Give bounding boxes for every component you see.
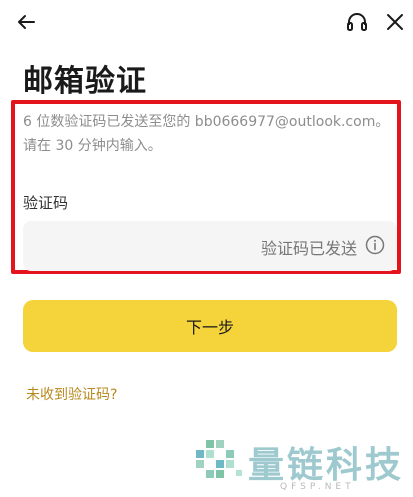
next-step-button[interactable]: 下一步 <box>23 300 397 352</box>
close-icon <box>387 14 403 30</box>
code-sent-hint: 验证码已发送 <box>260 239 357 258</box>
top-bar <box>0 0 413 44</box>
page-title: 邮箱验证 <box>23 64 147 99</box>
info-circle-icon[interactable] <box>365 235 385 255</box>
watermark-name: 量链科技 <box>248 444 405 486</box>
verification-code-input[interactable]: 验证码已发送 <box>23 221 397 271</box>
watermark-logo-icon <box>196 440 242 478</box>
back-button[interactable] <box>14 10 38 34</box>
description-line-email: 6 位数验证码已发送至您的 bb0666977@outlook.com。 <box>23 114 390 130</box>
description: 6 位数验证码已发送至您的 bb0666977@outlook.com。 请在 … <box>23 110 393 158</box>
description-line-time: 请在 30 分钟内输入。 <box>23 138 162 154</box>
resend-code-link[interactable]: 未收到验证码? <box>26 384 117 404</box>
watermark: 量链科技 QFSP.NET <box>192 430 413 497</box>
watermark-domain: QFSP.NET <box>280 482 355 492</box>
arrow-left-icon <box>18 15 35 29</box>
close-button[interactable] <box>383 10 407 34</box>
headset-icon <box>347 13 367 31</box>
support-button[interactable] <box>345 10 369 34</box>
code-field-label: 验证码 <box>23 194 69 212</box>
